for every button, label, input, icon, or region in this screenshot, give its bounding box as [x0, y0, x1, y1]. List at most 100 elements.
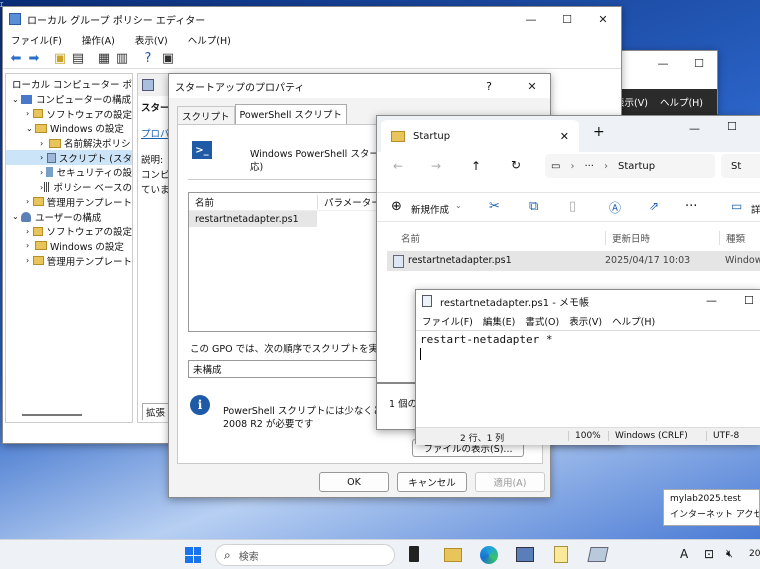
menu-help[interactable]: ヘルプ(H)	[660, 95, 703, 109]
tree-item[interactable]: › セキュリティの設	[6, 165, 132, 180]
search-box[interactable]: St	[721, 154, 760, 178]
address-bar[interactable]: ▭ › ··· › Startup	[545, 154, 715, 178]
back-arrow-icon[interactable]: ⬅	[7, 49, 25, 67]
order-select[interactable]: 未構成	[188, 360, 388, 378]
start-windows-icon[interactable]	[185, 547, 201, 563]
tab-powershell-scripts[interactable]: PowerShell スクリプト	[234, 104, 347, 125]
taskbar-search[interactable]: ⌕ 検索	[215, 544, 395, 566]
notepad-window[interactable]: restartnetadapter.ps1 - メモ帳 — ☐ ファイル(F) …	[415, 289, 760, 445]
tree-item[interactable]: › 名前解決ポリシ	[6, 136, 132, 151]
ok-button[interactable]: OK	[319, 472, 389, 492]
notepad-editor[interactable]: restart-netadapter *	[416, 330, 760, 424]
close-icon[interactable]: ✕	[514, 74, 550, 98]
minimize-icon[interactable]: —	[706, 294, 717, 307]
paste-icon[interactable]: ▯	[569, 199, 576, 214]
tree-item[interactable]: › 管理用テンプレート	[6, 253, 132, 268]
close-icon[interactable]: ✕	[585, 7, 621, 31]
details-pane-icon[interactable]: ▭	[731, 199, 742, 213]
maximize-icon[interactable]: ☐	[681, 51, 717, 75]
rename-icon[interactable]: Ⓐ	[609, 199, 621, 216]
share-icon[interactable]: ⇗	[649, 199, 659, 213]
ime-indicator[interactable]: A	[680, 547, 688, 561]
menu-file[interactable]: ファイル(F)	[422, 314, 473, 328]
tree-scrollbar[interactable]	[22, 414, 82, 416]
dialog-titlebar[interactable]: スタートアップのプロパティ ? ✕	[169, 74, 550, 98]
tab-close-icon[interactable]: ✕	[560, 130, 569, 143]
notepad-titlebar[interactable]: restartnetadapter.ps1 - メモ帳 — ☐	[416, 290, 760, 312]
maximize-icon[interactable]: ☐	[744, 294, 754, 307]
minimize-icon[interactable]: —	[513, 7, 549, 31]
tab-scripts[interactable]: スクリプト	[177, 106, 235, 125]
search-icon: ⌕	[224, 547, 231, 562]
minimize-icon[interactable]: —	[645, 51, 681, 75]
dialog-tabs: スクリプト PowerShell スクリプト	[177, 104, 347, 125]
powershell-taskbar-icon[interactable]	[587, 547, 609, 562]
edge-icon[interactable]	[480, 546, 498, 564]
menu-help[interactable]: ヘルプ(H)	[188, 33, 231, 47]
chevron-down-icon[interactable]: ⌄	[455, 201, 462, 210]
help-button[interactable]: ?	[486, 80, 492, 93]
volume-muted-icon[interactable]: 🔇︎	[726, 547, 733, 561]
column-name-header[interactable]: 名前	[189, 195, 317, 209]
view-icon[interactable]: ▣	[159, 49, 177, 67]
new-plus-icon[interactable]: ⊕	[391, 199, 402, 214]
new-button-label[interactable]: 新規作成	[411, 202, 449, 216]
tree-item[interactable]: ⌄ ユーザーの構成	[6, 209, 132, 224]
maximize-icon[interactable]: ☐	[549, 7, 585, 31]
server-manager-icon[interactable]	[516, 547, 534, 562]
column-name[interactable]: 名前	[401, 231, 420, 245]
refresh-icon[interactable]: ↻	[511, 158, 521, 172]
back-icon[interactable]: ←	[393, 159, 403, 173]
menu-file[interactable]: ファイル(F)	[11, 33, 62, 47]
menu-action[interactable]: 操作(A)	[82, 33, 115, 47]
tree-item[interactable]: ⌄ コンピューターの構成	[6, 92, 132, 107]
cancel-button[interactable]: キャンセル	[397, 472, 467, 492]
script-list[interactable]: 名前 パラメーター restartnetadapter.ps1	[188, 192, 388, 332]
menu-format[interactable]: 書式(O)	[525, 314, 559, 328]
forward-icon[interactable]: →	[431, 159, 441, 173]
minimize-icon[interactable]: —	[689, 122, 700, 135]
tree-item-selected[interactable]: › スクリプト (スタ	[6, 150, 132, 166]
tree-item[interactable]: › 管理用テンプレート	[6, 195, 132, 210]
explorer-hscroll[interactable]	[377, 382, 417, 384]
column-param-header[interactable]: パラメーター	[317, 194, 381, 209]
menu-view[interactable]: 表示(V)	[569, 314, 602, 328]
explorer-tab[interactable]: Startup ✕	[381, 120, 579, 152]
clock[interactable]: 20	[749, 549, 760, 559]
file-type: Window	[725, 255, 760, 266]
copy-icon[interactable]: ⧉	[529, 199, 538, 214]
cut-icon[interactable]: ✂	[489, 199, 500, 214]
column-type[interactable]: 種類	[719, 231, 745, 245]
up-icon[interactable]: ↑	[471, 159, 481, 173]
more-icon[interactable]: ···	[685, 199, 697, 214]
menu-help[interactable]: ヘルプ(H)	[612, 314, 655, 328]
forward-arrow-icon[interactable]: ➡	[25, 49, 43, 67]
extended-tab[interactable]: 拡張	[142, 403, 170, 420]
export-list-icon[interactable]: ▥	[113, 49, 131, 67]
network-icon[interactable]: ⊡	[704, 547, 714, 561]
tree-item[interactable]: › ソフトウェアの設定	[6, 224, 132, 239]
menu-view[interactable]: 表示(V)	[135, 33, 168, 47]
up-folder-icon[interactable]: ▣	[51, 49, 69, 67]
maximize-icon[interactable]: ☐	[727, 120, 737, 133]
column-date[interactable]: 更新日時	[605, 231, 650, 245]
tree-item[interactable]: › ソフトウェアの設定	[6, 106, 132, 121]
gpedit-titlebar[interactable]: ローカル グループ ポリシー エディター — ☐ ✕	[3, 7, 621, 31]
task-view-icon[interactable]	[409, 546, 419, 562]
show-hide-tree-icon[interactable]: ▤	[69, 49, 87, 67]
monitor-icon: ▭	[551, 160, 561, 172]
details-label[interactable]: 詳	[751, 202, 760, 216]
tree-item[interactable]: ⌄ Windows の設定	[6, 121, 132, 136]
menu-edit[interactable]: 編集(E)	[483, 314, 515, 328]
new-tab-icon[interactable]: +	[593, 124, 605, 140]
tree-item[interactable]: › Windows の設定	[6, 239, 132, 254]
notepad-taskbar-icon[interactable]	[554, 546, 568, 563]
tree-item[interactable]: ローカル コンピューター ポリシ	[6, 77, 132, 92]
file-row[interactable]: restartnetadapter.ps1 2025/04/17 10:03 W…	[387, 251, 760, 271]
tree-item[interactable]: › ポリシー ベースの	[6, 180, 132, 195]
help-icon[interactable]: ?	[139, 49, 157, 67]
file-explorer-icon[interactable]	[444, 548, 462, 562]
properties-icon[interactable]: ▦	[95, 49, 113, 67]
script-row[interactable]: restartnetadapter.ps1	[189, 211, 317, 227]
apply-button[interactable]: 適用(A)	[475, 472, 545, 492]
